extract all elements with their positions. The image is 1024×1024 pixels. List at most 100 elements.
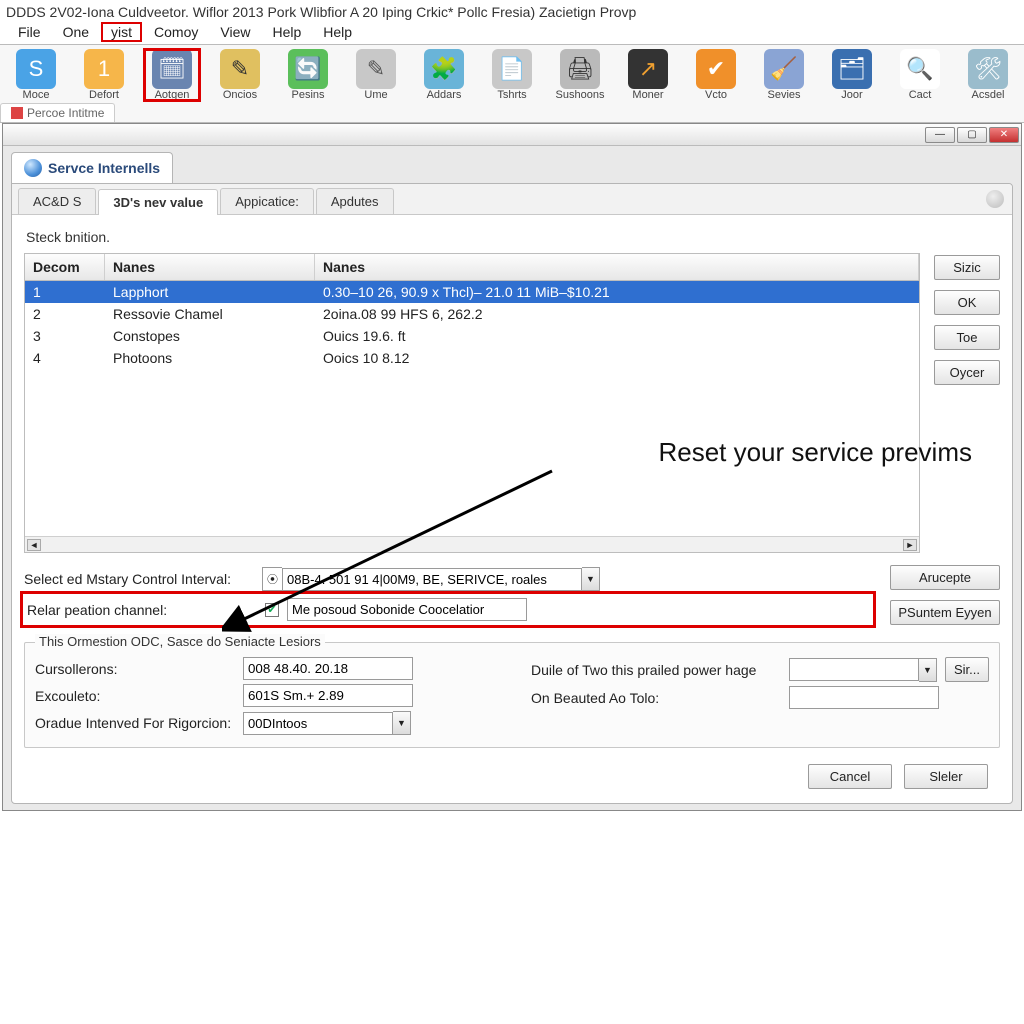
duile-label: Duile of Two this prailed power hage [531, 662, 781, 678]
chevron-down-icon[interactable]: ▼ [919, 658, 937, 682]
steck-label: Steck bnition. [26, 229, 1000, 245]
globe-icon [24, 159, 42, 177]
onbeauted-label: On Beauted Ao Tolo: [531, 690, 781, 706]
cell-name: Photoons [105, 347, 315, 369]
toolbar-label: Moce [23, 89, 50, 101]
toolbar-joor-button[interactable]: 🗂Joor [824, 49, 880, 101]
toolbar-icon: 🖨 [560, 49, 600, 89]
combo-picker-icon[interactable]: ⦿ [262, 567, 282, 591]
data-grid[interactable]: Decom Nanes Nanes 1Lapphort0.30–10 26, 9… [24, 253, 920, 553]
cell-name: Constopes [105, 325, 315, 347]
service-internells-tab[interactable]: Servce Internells [11, 152, 173, 183]
toolbar-label: Oncios [223, 89, 257, 101]
toolbar-ume-button[interactable]: ✎Ume [348, 49, 404, 101]
child-window: — ▢ ✕ Servce Internells AC&D S 3D's nev … [2, 123, 1022, 811]
chevron-down-icon[interactable]: ▼ [393, 711, 411, 735]
ok-button[interactable]: OK [934, 290, 1000, 315]
oradue-combo[interactable]: ▼ [243, 711, 411, 735]
chevron-down-icon[interactable]: ▼ [582, 567, 600, 591]
doc-tab-label: Percoe Intitme [27, 106, 104, 120]
toolbar-aotgen-button[interactable]: 🗓Aotgen [144, 49, 200, 101]
toolbar-icon: ✎ [356, 49, 396, 89]
menu-file[interactable]: File [8, 22, 51, 42]
relar-channel-checkbox[interactable]: ✔ [265, 603, 279, 617]
cell-value: Ouics 19.6. ft [315, 325, 919, 347]
control-interval-combo[interactable]: ⦿ ▼ [262, 567, 600, 591]
toolbar-tshrts-button[interactable]: 📄Tshrts [484, 49, 540, 101]
grid-header-nanes-2[interactable]: Nanes [315, 254, 919, 280]
scroll-left-icon[interactable]: ◄ [27, 539, 41, 551]
toolbar-sushoons-button[interactable]: 🖨Sushoons [552, 49, 608, 101]
toolbar-addars-button[interactable]: 🧩Addars [416, 49, 472, 101]
toolbar-moner-button[interactable]: ↗Moner [620, 49, 676, 101]
toolbar-defort-button[interactable]: 1Defort [76, 49, 132, 101]
onbeauted-input[interactable] [789, 686, 939, 709]
suntem-eyyen-button[interactable]: PSuntem Eyyen [890, 600, 1000, 625]
menu-view[interactable]: View [210, 22, 260, 42]
toolbar-label: Sushoons [556, 89, 605, 101]
menu-yist[interactable]: yist [101, 22, 142, 42]
sub-tab-appicatice[interactable]: Appicatice: [220, 188, 314, 214]
document-tab[interactable]: Percoe Intitme [0, 103, 115, 122]
window-minimize-button[interactable]: — [925, 127, 955, 143]
excouleto-input[interactable] [243, 684, 413, 707]
gear-icon[interactable] [986, 190, 1004, 208]
window-close-button[interactable]: ✕ [989, 127, 1019, 143]
table-row[interactable]: 3ConstopesOuics 19.6. ft [25, 325, 919, 347]
menu-one[interactable]: One [53, 22, 99, 42]
toolbar-sevies-button[interactable]: 🧹Sevies [756, 49, 812, 101]
toolbar-icon: 🛠 [968, 49, 1008, 89]
cell-decom: 1 [25, 281, 105, 303]
cell-value: Ooics 10 8.12 [315, 347, 919, 369]
toolbar-icon: 1 [84, 49, 124, 89]
sub-tab-apdutes[interactable]: Apdutes [316, 188, 394, 214]
toolbar-oncios-button[interactable]: ✎Oncios [212, 49, 268, 101]
control-interval-input[interactable] [282, 568, 582, 591]
sub-tab-new-value[interactable]: 3D's nev value [98, 189, 218, 215]
oradue-label: Oradue Intenved For Rigorcion: [35, 715, 235, 731]
cell-value: 0.30–10 26, 90.9 x Thcl)– 21.0 11 MiB–$1… [315, 281, 919, 303]
toolbar-label: Cact [909, 89, 932, 101]
toolbar-vcto-button[interactable]: ✔Vcto [688, 49, 744, 101]
toolbar-moce-button[interactable]: SMoce [8, 49, 64, 101]
cell-decom: 3 [25, 325, 105, 347]
sub-tab-acds[interactable]: AC&D S [18, 188, 96, 214]
relar-channel-input[interactable] [287, 598, 527, 621]
app-title: DDDS 2V02-Iona Culdveetor. Wiflor 2013 P… [0, 0, 1024, 22]
toolbar-cact-button[interactable]: 🔍Cact [892, 49, 948, 101]
grid-header-decom[interactable]: Decom [25, 254, 105, 280]
oradue-input[interactable] [243, 712, 393, 735]
cell-name: Ressovie Chamel [105, 303, 315, 325]
relar-channel-label: Relar peation channel: [27, 602, 257, 618]
toolbar-label: Pesins [291, 89, 324, 101]
sleler-button[interactable]: Sleler [904, 764, 988, 789]
menu-help[interactable]: Help [262, 22, 311, 42]
cursollerons-input[interactable] [243, 657, 413, 680]
grid-header-nanes-1[interactable]: Nanes [105, 254, 315, 280]
duile-input[interactable] [789, 658, 919, 681]
toolbar-icon: 🧩 [424, 49, 464, 89]
toolbar-acsdel-button[interactable]: 🛠Acsdel [960, 49, 1016, 101]
menu-comoy[interactable]: Comoy [144, 22, 208, 42]
window-maximize-button[interactable]: ▢ [957, 127, 987, 143]
oycer-button[interactable]: Oycer [934, 360, 1000, 385]
toolbar-pesins-button[interactable]: 🔄Pesins [280, 49, 336, 101]
toe-button[interactable]: Toe [934, 325, 1000, 350]
table-row[interactable]: 4PhotoonsOoics 10 8.12 [25, 347, 919, 369]
toolbar-icon: 🗂 [832, 49, 872, 89]
sir-button[interactable]: Sir... [945, 657, 989, 682]
sub-tab-strip: AC&D S 3D's nev value Appicatice: Apdute… [12, 184, 1012, 215]
scroll-right-icon[interactable]: ► [903, 539, 917, 551]
toolbar-label: Acsdel [971, 89, 1004, 101]
doc-tab-icon [11, 107, 23, 119]
toolbar-icon: 📄 [492, 49, 532, 89]
arucepte-button[interactable]: Arucepte [890, 565, 1000, 590]
sizic-button[interactable]: Sizic [934, 255, 1000, 280]
table-row[interactable]: 1Lapphort0.30–10 26, 90.9 x Thcl)– 21.0 … [25, 281, 919, 303]
table-row[interactable]: 2Ressovie Chamel2oina.08 99 HFS 6, 262.2 [25, 303, 919, 325]
menu-help-2[interactable]: Help [313, 22, 362, 42]
duile-combo[interactable]: ▼ [789, 658, 937, 682]
cancel-button[interactable]: Cancel [808, 764, 892, 789]
cell-name: Lapphort [105, 281, 315, 303]
grid-horizontal-scrollbar[interactable]: ◄ ► [25, 536, 919, 552]
